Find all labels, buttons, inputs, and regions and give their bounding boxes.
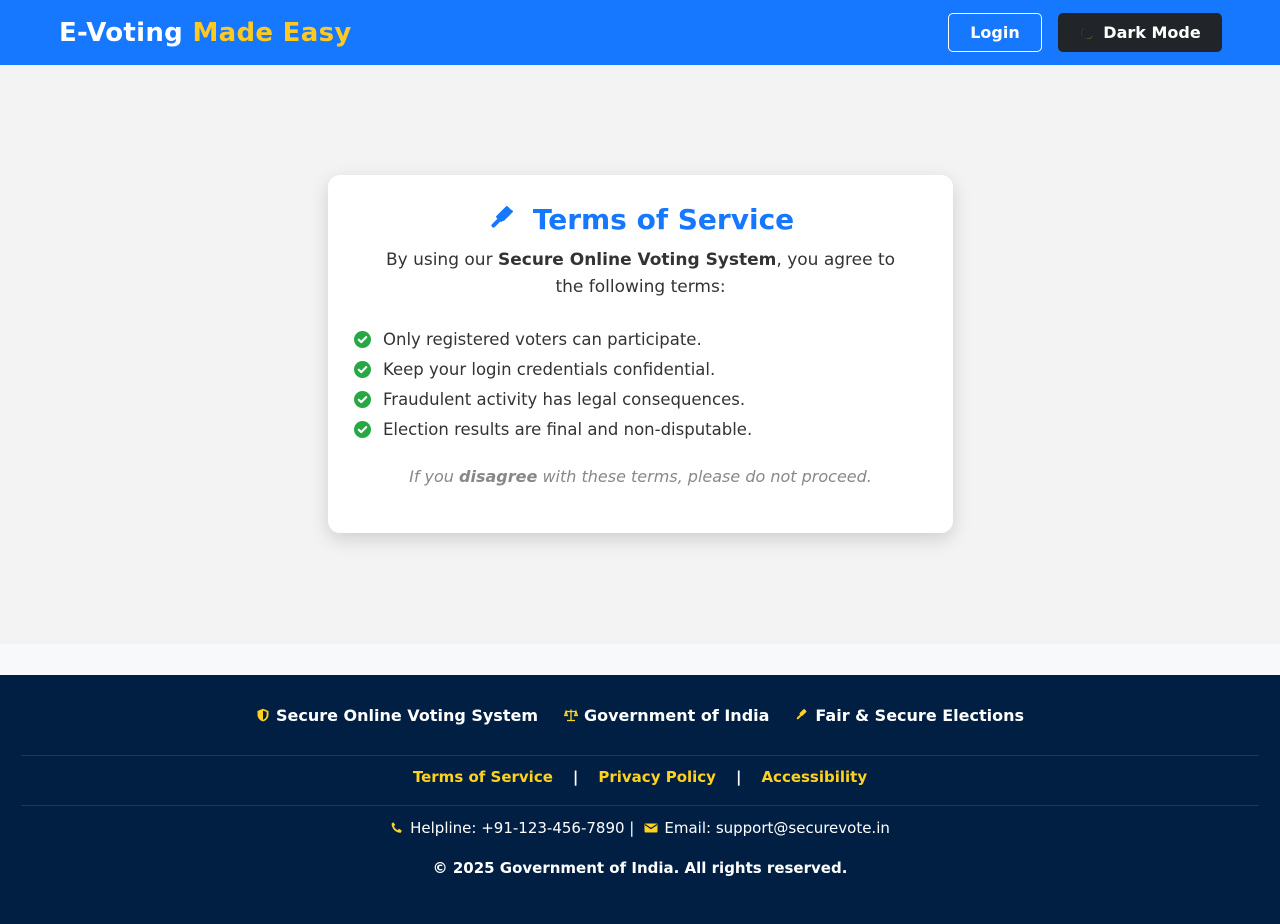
- list-item: Election results are final and non-dispu…: [354, 414, 927, 444]
- list-item: Fraudulent activity has legal consequenc…: [354, 384, 927, 414]
- footer: Secure Online Voting System Government o…: [0, 675, 1280, 924]
- envelope-icon: [644, 823, 658, 833]
- brand-main-text: E-Voting: [59, 17, 184, 48]
- brand-logo[interactable]: E-Voting Made Easy: [59, 18, 352, 48]
- check-circle-icon: [354, 390, 371, 408]
- check-circle-icon: [354, 330, 371, 348]
- brand-accent-text: Made Easy: [192, 17, 352, 48]
- separator: |: [572, 768, 579, 786]
- term-text: Fraudulent activity has legal consequenc…: [383, 389, 746, 409]
- terms-list: Only registered voters can participate. …: [354, 324, 927, 444]
- note-suffix: with these terms, please do not proceed.: [542, 467, 872, 486]
- list-item: Only registered voters can participate.: [354, 324, 927, 354]
- terms-card: Terms of Service By using our Secure Onl…: [328, 175, 953, 533]
- shield-icon: [257, 708, 269, 722]
- badge-label: Secure Online Voting System: [275, 705, 538, 725]
- term-text: Election results are final and non-dispu…: [383, 419, 753, 439]
- header-actions: Login Dark Mode: [948, 13, 1222, 52]
- dark-mode-button[interactable]: Dark Mode: [1058, 13, 1222, 52]
- footer-badges: Secure Online Voting System Government o…: [0, 675, 1280, 755]
- disagree-note: If you disagree with these terms, please…: [354, 467, 927, 486]
- footer-divider: [21, 805, 1259, 806]
- note-bold: disagree: [459, 467, 538, 486]
- intro-text: By using our Secure Online Voting System…: [374, 247, 907, 301]
- footer-spacer: [0, 644, 1280, 675]
- separator: |: [735, 768, 742, 786]
- intro-bold: Secure Online Voting System: [497, 250, 777, 270]
- privacy-link[interactable]: Privacy Policy: [598, 768, 716, 786]
- login-button[interactable]: Login: [948, 13, 1042, 52]
- accessibility-link[interactable]: Accessibility: [761, 768, 867, 786]
- term-text: Keep your login credentials confidential…: [383, 359, 716, 379]
- email-text: Email: support@securevote.in: [664, 819, 890, 837]
- badge-label: Fair & Secure Elections: [815, 705, 1025, 725]
- card-heading: Terms of Service: [354, 201, 927, 237]
- gavel-icon: [491, 206, 513, 228]
- footer-divider: [21, 755, 1259, 756]
- check-circle-icon: [354, 420, 371, 438]
- term-text: Only registered voters can participate.: [383, 329, 702, 349]
- badge-government: Government of India: [564, 706, 769, 725]
- badge-secure-voting: Secure Online Voting System: [256, 706, 538, 725]
- dark-mode-label: Dark Mode: [1103, 23, 1201, 42]
- top-navbar: E-Voting Made Easy Login Dark Mode: [0, 0, 1280, 65]
- contact-info: Helpline: +91-123-456-7890 | Email: supp…: [0, 819, 1280, 837]
- gavel-icon: [797, 709, 807, 720]
- badge-label: Government of India: [584, 705, 770, 725]
- note-prefix: If you: [409, 467, 454, 486]
- phone-icon: [391, 822, 402, 833]
- terms-link[interactable]: Terms of Service: [413, 768, 553, 786]
- helpline-text: Helpline: +91-123-456-7890 |: [410, 819, 635, 837]
- badge-fair-elections: Fair & Secure Elections: [795, 706, 1024, 725]
- intro-prefix: By using our: [385, 250, 493, 270]
- footer-links: Terms of Service | Privacy Policy | Acce…: [0, 768, 1280, 786]
- page-title: Terms of Service: [532, 202, 795, 236]
- moon-icon: [1081, 26, 1094, 39]
- copyright-text: © 2025 Government of India. All rights r…: [432, 859, 848, 877]
- scales-icon: [564, 709, 578, 722]
- check-circle-icon: [354, 360, 371, 378]
- list-item: Keep your login credentials confidential…: [354, 354, 927, 384]
